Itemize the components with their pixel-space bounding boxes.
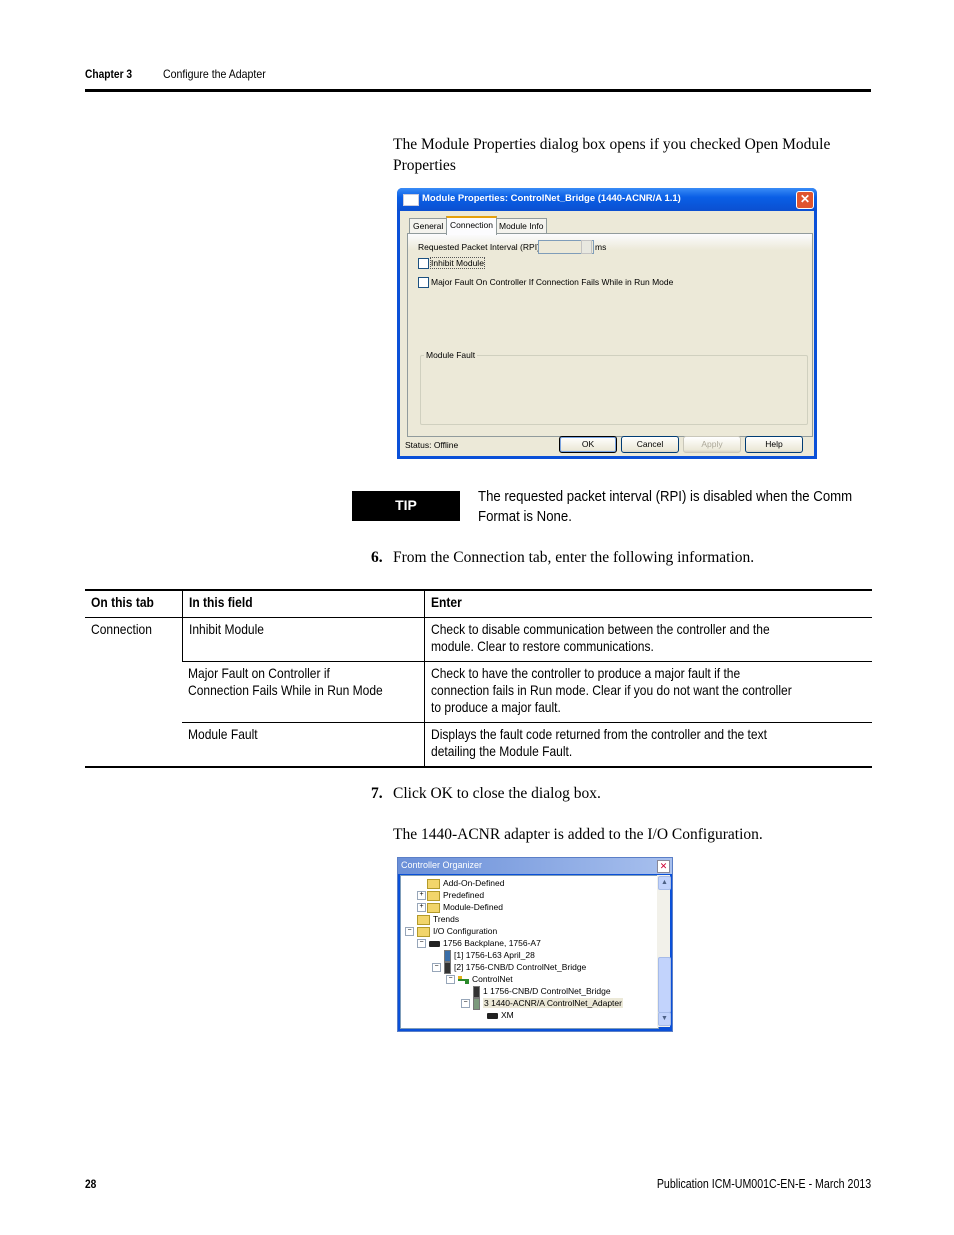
close-button[interactable]: ✕ [657, 860, 670, 873]
scrollbar-thumb[interactable] [658, 957, 671, 1013]
organizer-tree: Add-On-Defined + Predefined + Module-Defin… [400, 875, 659, 1029]
table-row: Module Fault Displays the fault code ret… [85, 722, 872, 768]
collapse-icon[interactable]: − [446, 975, 455, 984]
tree-node-controller[interactable]: [1] 1756-L63 April_28 [444, 949, 535, 962]
connection-tab-panel: Requested Packet Interval (RPI): 0 ms In… [407, 233, 813, 437]
folder-icon [417, 914, 430, 925]
tree-node-controlnet[interactable]: − ControlNet [446, 973, 513, 985]
inhibit-module-label[interactable]: Inhibit Module [430, 257, 485, 269]
step-6: 6. From the Connection tab, enter the fol… [371, 548, 754, 568]
tree-node-cnb-bridge[interactable]: − [2] 1756-CNB/D ControlNet_Bridge [432, 961, 586, 974]
tree-node-add-on-defined[interactable]: Add-On-Defined [427, 877, 504, 889]
adapter-icon [473, 997, 480, 1010]
expand-icon[interactable]: + [417, 903, 426, 912]
connection-fields-table: On this tab In this field Enter Connecti… [85, 589, 872, 768]
step-text: From the Connection tab, enter the follo… [393, 549, 755, 566]
help-button[interactable]: Help [745, 436, 803, 453]
column-header: On this tab [85, 589, 182, 618]
major-fault-checkbox[interactable] [418, 277, 429, 288]
organizer-title-bar[interactable]: Controller Organizer ✕ [398, 858, 672, 874]
backplane-icon [487, 1012, 498, 1019]
table-header-row: On this tab In this field Enter [85, 589, 872, 618]
collapse-icon[interactable]: − [432, 963, 441, 972]
module-fault-label: Module Fault [424, 350, 478, 360]
tab-cell: Connection [85, 617, 182, 768]
organizer-title: Controller Organizer [401, 860, 483, 870]
publication-info: Publication ICM-UM001C-EN-E - March 2013 [656, 1177, 871, 1191]
folder-open-icon [417, 926, 430, 937]
dialog-title-bar[interactable]: Module Properties: ControlNet_Bridge (14… [397, 188, 817, 211]
enter-cell: Check to have the controller to produce … [424, 661, 872, 723]
scroll-up-icon[interactable]: ▲ [658, 876, 671, 890]
apply-button[interactable]: Apply [683, 436, 741, 453]
tab-connection[interactable]: Connection [446, 216, 498, 235]
tree-node-acnr-adapter[interactable]: −3 1440-ACNR/A ControlNet_Adapter [461, 997, 623, 1010]
page-number: 28 [85, 1177, 97, 1191]
tree-node-module-defined[interactable]: + Module-Defined [417, 901, 503, 913]
tree-node-cnb-node-1[interactable]: 1 1756-CNB/D ControlNet_Bridge [473, 985, 611, 998]
field-cell: Module Fault [182, 722, 425, 768]
cancel-button[interactable]: Cancel [621, 436, 679, 453]
dialog-body: General Connection Module Info Requested… [400, 211, 814, 456]
step-number: 6. [371, 549, 383, 566]
header-rule [85, 89, 871, 92]
module-icon [444, 961, 451, 974]
inhibit-module-checkbox[interactable] [418, 258, 429, 269]
module-properties-dialog: Module Properties: ControlNet_Bridge (14… [397, 188, 817, 459]
module-fault-group: Module Fault [420, 350, 808, 425]
collapse-icon[interactable]: − [461, 999, 470, 1008]
tree-node-io-configuration[interactable]: − I/O Configuration [405, 925, 497, 937]
collapse-icon[interactable]: − [405, 927, 414, 936]
folder-icon [427, 902, 440, 913]
step-7: 7. Click OK to close the dialog box. [371, 784, 601, 804]
column-header: In this field [181, 589, 425, 618]
major-fault-label[interactable]: Major Fault On Controller If Connection … [431, 277, 673, 287]
status-text: Status: Offline [405, 440, 459, 450]
enter-cell: Check to disable communication between t… [424, 617, 872, 662]
network-icon [458, 975, 469, 984]
field-cell: Major Fault on Controller if Connection … [182, 661, 425, 723]
close-button[interactable]: ✕ [796, 191, 814, 209]
tab-module-info[interactable]: Module Info [495, 218, 548, 233]
intro-paragraph: The Module Properties dialog box opens i… [393, 136, 831, 174]
vertical-scrollbar[interactable]: ▲ ▼ [657, 875, 671, 1027]
rpi-unit: ms [595, 242, 607, 252]
tree-node-predefined[interactable]: + Predefined [417, 889, 484, 901]
chapter-title: Configure the Adapter [163, 67, 266, 81]
tree-node-backplane[interactable]: −1756 Backplane, 1756-A7 [417, 937, 541, 949]
table-row: Connection Inhibit Module Check to disab… [85, 617, 872, 768]
tree-node-xm[interactable]: XM [487, 1009, 514, 1021]
field-cell: Inhibit Module [181, 617, 425, 662]
dialog-title: Module Properties: ControlNet_Bridge (14… [422, 193, 681, 204]
controller-organizer-window: Controller Organizer ✕ Add-On-Defined + P… [397, 857, 673, 1032]
folder-icon [427, 878, 440, 889]
enter-cell: Displays the fault code returned from th… [424, 722, 872, 768]
module-icon [473, 985, 480, 998]
column-header: Enter [424, 589, 872, 618]
controller-icon [444, 949, 451, 962]
tip-text: The requested packet interval (RPI) is d… [478, 488, 853, 525]
collapse-icon[interactable]: − [417, 939, 426, 948]
tip-badge: TIP [352, 491, 460, 521]
scroll-down-icon[interactable]: ▼ [658, 1012, 671, 1026]
step-text: Click OK to close the dialog box. [393, 785, 601, 802]
ok-button[interactable]: OK [559, 436, 617, 453]
tab-general[interactable]: General [409, 218, 448, 233]
step-number: 7. [371, 785, 383, 802]
folder-icon [427, 890, 440, 901]
expand-icon[interactable]: + [417, 891, 426, 900]
result-paragraph: The 1440-ACNR adapter is added to the I/… [393, 826, 763, 843]
tree-node-trends[interactable]: Trends [417, 913, 459, 925]
rpi-label: Requested Packet Interval (RPI): [418, 242, 543, 252]
rpi-spinner[interactable] [581, 240, 592, 254]
table-row: Major Fault on Controller if Connection … [85, 661, 872, 723]
backplane-icon [429, 940, 440, 947]
chapter-label: Chapter 3 [85, 67, 133, 81]
window-icon [403, 194, 419, 206]
